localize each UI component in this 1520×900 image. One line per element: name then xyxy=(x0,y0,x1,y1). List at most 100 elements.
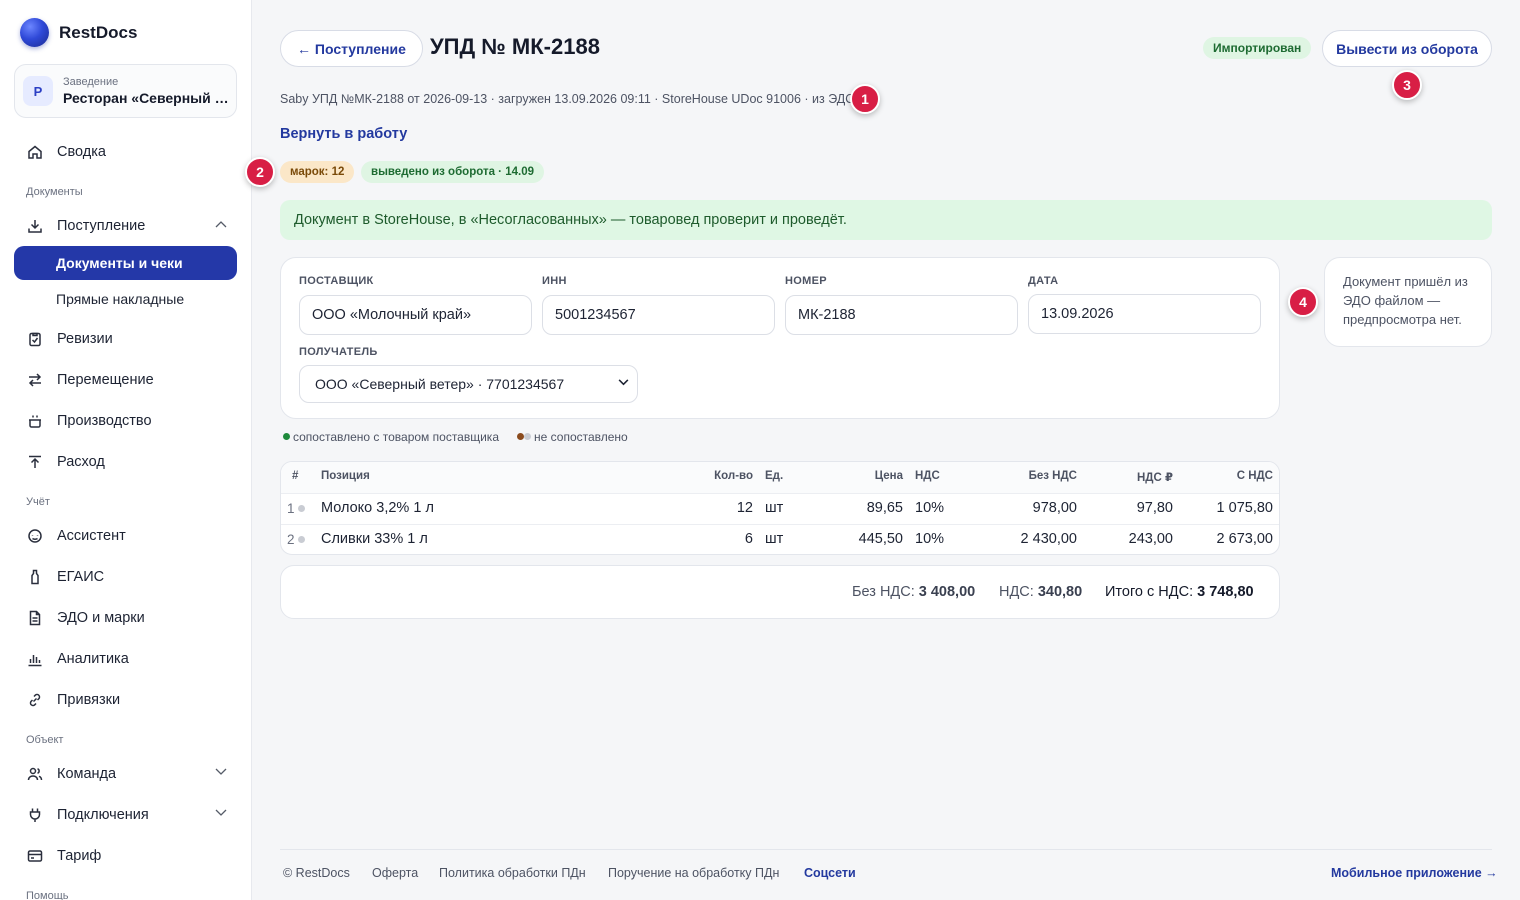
nav-production[interactable]: Производство xyxy=(14,404,237,438)
status-badge: Импортирован xyxy=(1203,37,1312,59)
info-banner: Документ в StoreHouse, в «Несогласованны… xyxy=(280,200,1492,240)
annotation-marker-2: 2 xyxy=(245,157,275,187)
nav-direct-invoices[interactable]: Прямые накладные xyxy=(14,282,237,316)
users-icon xyxy=(27,766,43,782)
venue-name: Ресторан «Северный ветер» xyxy=(63,90,228,106)
row-gross: 2 673,00 xyxy=(1216,531,1273,547)
row-num-value: 1 xyxy=(287,501,295,516)
recipient-label: ПОЛУЧАТЕЛЬ xyxy=(299,346,378,358)
return-to-work-link[interactable]: Вернуть в работу xyxy=(280,126,407,142)
col-qty: Кол-во xyxy=(714,470,753,482)
document-form: ПОСТАВЩИК ООО «Молочный край» ИНН 500123… xyxy=(280,257,1280,419)
date-field[interactable]: 13.09.2026 xyxy=(1028,294,1261,334)
total-vat-label: НДС: xyxy=(999,584,1034,600)
venue-selector[interactable]: Р Заведение Ресторан «Северный ветер» xyxy=(14,64,237,118)
col-price: Цена xyxy=(874,470,903,482)
nav-edo-label: ЭДО и марки xyxy=(57,610,145,626)
recipient-select[interactable]: ООО «Северный ветер» · 7701234567 xyxy=(299,365,638,403)
total-vat-value: 340,80 xyxy=(1037,584,1083,600)
nav-connections[interactable]: Подключения xyxy=(14,798,237,832)
unmatched-dot-icon xyxy=(517,433,524,440)
footer-offer-link[interactable]: Оферта xyxy=(372,866,418,880)
row-vat: 10% xyxy=(915,531,945,547)
footer-social-link[interactable]: Соцсети xyxy=(804,866,856,880)
nav-section-object: Объект xyxy=(26,734,64,746)
withdraw-from-circulation-button[interactable]: Вывести из оборота xyxy=(1322,30,1492,67)
nav-team[interactable]: Команда xyxy=(14,757,237,791)
row-vat-rub: 97,80 xyxy=(1136,500,1173,516)
legend-matched: сопоставлено с товаром поставщика xyxy=(283,430,499,444)
chevron-down-icon xyxy=(215,808,227,820)
nav-egais[interactable]: ЕГАИС xyxy=(14,560,237,594)
nav-production-label: Производство xyxy=(57,413,152,429)
venue-caption: Заведение xyxy=(63,76,119,88)
footer-divider xyxy=(280,849,1492,850)
number-field[interactable]: МК-2188 xyxy=(785,295,1018,335)
items-table: # Позиция Кол-во Ед. Цена НДС Без НДС НД… xyxy=(280,461,1280,555)
nav-revisions[interactable]: Ревизии xyxy=(14,322,237,356)
back-to-receipts-button[interactable]: ← Поступление xyxy=(280,30,423,67)
unmatched-dot-icon xyxy=(297,536,305,543)
total-net: Без НДС: 3 408,00 xyxy=(852,584,975,600)
page-title: УПД № МК-2188 xyxy=(430,34,600,59)
row-qty: 6 xyxy=(744,531,753,547)
nav-team-label: Команда xyxy=(57,766,117,782)
date-label: ДАТА xyxy=(1028,275,1059,287)
match-legend: сопоставлено с товаром поставщика не соп… xyxy=(283,430,628,444)
assistant-icon xyxy=(27,528,43,544)
table-row[interactable]: 2 Сливки 33% 1 л 6 шт 445,50 10% 2 430,0… xyxy=(281,524,1279,554)
nav-transfer[interactable]: Перемещение xyxy=(14,363,237,397)
total-net-label: Без НДС: xyxy=(852,584,915,600)
table-row[interactable]: 1 Молоко 3,2% 1 л 12 шт 89,65 10% 978,00… xyxy=(281,493,1279,524)
matched-dot-icon xyxy=(283,433,290,440)
venue-text: Заведение Ресторан «Северный ветер» xyxy=(63,75,228,107)
nav-expense[interactable]: Расход xyxy=(14,445,237,479)
nav-assistant[interactable]: Ассистент xyxy=(14,519,237,553)
credit-card-icon xyxy=(27,848,43,864)
footer-policy-link[interactable]: Политика обработки ПДн xyxy=(439,866,586,880)
row-num-value: 2 xyxy=(287,532,295,547)
bar-chart-icon xyxy=(27,651,43,667)
chevron-down-icon xyxy=(215,767,227,779)
nav-egais-label: ЕГАИС xyxy=(57,569,105,585)
nav-receipts[interactable]: Поступление xyxy=(14,209,237,243)
document-meta: Saby УПД №МК-2188 от 2026-09-13 · загруж… xyxy=(280,92,855,106)
nav-assistant-label: Ассистент xyxy=(57,528,126,544)
preview-note: Документ пришёл из ЭДО файлом — предпрос… xyxy=(1324,257,1492,347)
nav-docs-and-checks[interactable]: Документы и чеки xyxy=(14,246,237,280)
row-price: 89,65 xyxy=(866,500,903,516)
number-label: НОМЕР xyxy=(785,275,827,287)
nav-analytics[interactable]: Аналитика xyxy=(14,642,237,676)
total-gross-value: 3 748,80 xyxy=(1197,584,1254,600)
row-num: 2 xyxy=(287,532,305,547)
row-vat: 10% xyxy=(915,500,945,516)
supplier-field[interactable]: ООО «Молочный край» xyxy=(299,295,532,335)
chevron-up-icon xyxy=(215,219,227,231)
col-vat-rub: НДС ₽ xyxy=(1137,472,1173,484)
inn-label: ИНН xyxy=(542,275,567,287)
nav-tariff-label: Тариф xyxy=(57,848,102,864)
nav-dashboard-label: Сводка xyxy=(57,144,106,160)
row-vat-rub: 243,00 xyxy=(1128,531,1173,547)
totals-card: Без НДС: 3 408,00 НДС: 340,80 Итого с НД… xyxy=(280,565,1280,619)
nav-tariff[interactable]: Тариф xyxy=(14,839,237,873)
brand[interactable]: RestDocs xyxy=(20,18,137,47)
arrows-swap-icon xyxy=(27,372,43,388)
footer-mobile-app-link[interactable]: Мобильное приложение → xyxy=(1331,866,1498,880)
recipient-select-value: ООО «Северный ветер» · 7701234567 xyxy=(315,376,565,392)
annotation-marker-4: 4 xyxy=(1288,287,1318,317)
row-item: Молоко 3,2% 1 л xyxy=(321,500,434,516)
col-item: Позиция xyxy=(321,470,370,482)
inn-field[interactable]: 5001234567 xyxy=(542,295,775,335)
plug-icon xyxy=(27,807,43,823)
nav-dashboard[interactable]: Сводка xyxy=(14,135,237,169)
nav-bindings-label: Привязки xyxy=(57,692,121,708)
nav-analytics-label: Аналитика xyxy=(57,651,129,667)
nav-bindings[interactable]: Привязки xyxy=(14,683,237,717)
download-icon xyxy=(27,218,43,234)
nav-transfer-label: Перемещение xyxy=(57,372,154,388)
row-unit: шт xyxy=(765,531,784,547)
nav-edo[interactable]: ЭДО и марки xyxy=(14,601,237,635)
legend-unmatched-label: не сопоставлено xyxy=(534,430,628,444)
footer-instruction-link[interactable]: Поручение на обработку ПДн xyxy=(608,866,779,880)
